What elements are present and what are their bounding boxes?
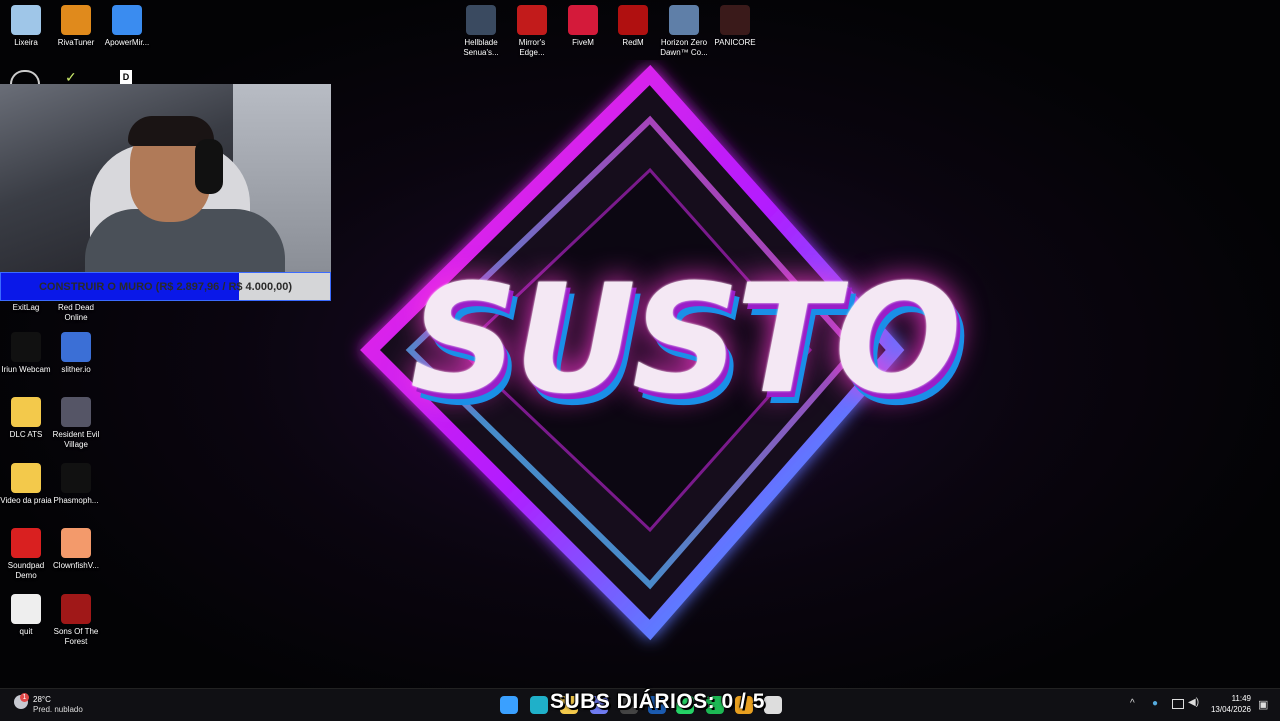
desktop-icon-rivatuner[interactable]: RivaTuner [50,5,102,48]
re-village-icon [61,397,91,427]
desktop-icon-label: Phasmoph... [53,496,99,505]
horizon-icon [669,5,699,35]
clownfish-icon [61,528,91,558]
desktop-icon-label: Resident Evil Village [52,430,100,449]
folder-icon [11,463,41,493]
weather-alert-badge: 1 [20,693,29,702]
desktop-icon-label: Red Dead Online [57,303,95,322]
desktop-icon-redm[interactable]: RedM [607,5,659,48]
wing-icon[interactable]: ✓ [65,70,77,84]
clock-date[interactable]: 13/04/2026 [1205,705,1251,714]
desktop-icon-label: ClownfishV... [53,561,99,570]
volume-icon[interactable]: ◀) [1188,697,1199,708]
desktop-icon-panicore[interactable]: PANICORE [709,5,761,48]
desktop-icon-label: PANICORE [714,38,756,47]
desktop-icon-label: FiveM [572,38,594,47]
folder-icon [11,397,41,427]
settings-file-icon [11,594,41,624]
desktop-icon-horizon[interactable]: Horizon Zero Dawn™ Co... [658,5,710,58]
desktop-icon-label: Hellblade Senua's... [463,38,499,57]
speedometer-icon[interactable] [10,70,40,84]
desktop-icon-label: ApowerMir... [104,38,150,47]
desktop-icon-label: RivaTuner [57,38,95,47]
desktop-icon-label: Mirror's Edge... [518,38,546,57]
desktop-icon-sotf[interactable]: Sons Of The Forest [50,594,102,647]
desktop-icon-re_village[interactable]: Resident Evil Village [50,397,102,450]
panicore-icon [720,5,750,35]
hellblade-icon [466,5,496,35]
recycle-bin-icon [11,5,41,35]
desktop-icon-label: Lixeira [14,38,38,47]
weather-widget[interactable]: 1 28°C Pred. nublado [14,693,104,717]
iriun-icon [11,332,41,362]
desktop-icon-label: DLC ATS [9,430,43,439]
desktop-icon-apowermirror[interactable]: ApowerMir... [101,5,153,48]
desktop-icon-iriun[interactable]: Iriun Webcam [0,332,52,375]
soundpad-icon [11,528,41,558]
desktop-icon-label: RedM [622,38,644,47]
phasmophobia-icon [61,463,91,493]
document-icon[interactable]: D [120,70,132,84]
desktop-icon-slither[interactable]: slither.io [50,332,102,375]
desktop-icon-label: ExitLag [12,303,40,312]
desktop-icon-soundpad[interactable]: Soundpad Demo [0,528,52,581]
chevron-up-icon[interactable]: ^ [1130,698,1135,709]
desktop-icon-label: slither.io [61,365,91,374]
microphone-icon[interactable]: ● [1152,698,1158,709]
desktop-icon-label: Iriun Webcam [1,365,51,374]
desktop-icon-fivem[interactable]: FiveM [557,5,609,48]
start-button[interactable] [500,696,518,714]
edge-app[interactable] [530,696,548,714]
daily-subs-counter: SUBS DIÁRIOS: 0 / 5 [550,690,765,713]
network-icon[interactable] [1172,699,1184,709]
goal-label: CONSTRUIR O MURO (R$ 2.897,96 / R$ 4.000… [38,280,293,293]
desktop-icon-dlcats[interactable]: DLC ATS [0,397,52,440]
weather-desc: Pred. nublado [33,705,83,714]
headphones-icon [195,139,223,194]
clock-time[interactable]: 11:49 [1205,694,1251,703]
desktop-icon-video_praia[interactable]: Video da praia [0,463,52,506]
notification-icon[interactable]: ▣ [1258,698,1268,711]
rivatuner-icon [61,5,91,35]
redm-icon [618,5,648,35]
desktop-icon-label: Soundpad Demo [7,561,45,580]
slither-icon [61,332,91,362]
desktop-icon-clownfish[interactable]: ClownfishV... [50,528,102,571]
sons-forest-icon [61,594,91,624]
fivem-icon [568,5,598,35]
desktop-icon-label: quit [19,627,33,636]
desktop-icon-label: Sons Of The Forest [53,627,99,646]
mirrors-edge-icon [517,5,547,35]
desktop-icon-label: Video da praia [0,496,52,505]
wallpaper-logo-text: SUSTO [410,253,962,427]
donation-goal-bar: CONSTRUIR O MURO (R$ 2.897,96 / R$ 4.000… [0,272,331,301]
desktop-icon-phasmo[interactable]: Phasmoph... [50,463,102,506]
desktop-icon-label: Horizon Zero Dawn™ Co... [660,38,708,57]
apowermirror-icon [112,5,142,35]
webcam-feed [0,84,331,272]
weather-temp: 28°C [33,695,51,704]
desktop-icon-quit[interactable]: quit [0,594,52,637]
desktop-icon-mirrors_edge[interactable]: Mirror's Edge... [506,5,558,58]
desktop-icon-lixeira[interactable]: Lixeira [0,5,52,48]
desktop-icon-hellblade[interactable]: Hellblade Senua's... [455,5,507,58]
chrome-app[interactable] [764,696,782,714]
